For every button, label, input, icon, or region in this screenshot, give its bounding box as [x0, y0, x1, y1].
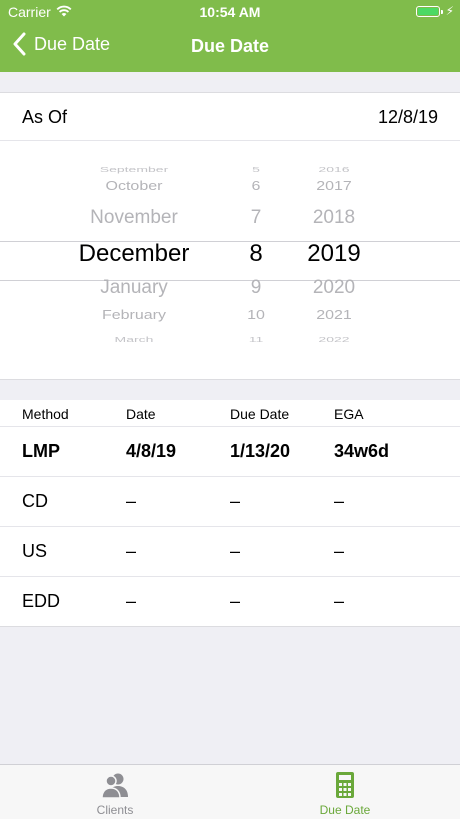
column-header-ega: EGA: [334, 406, 364, 422]
ega-cell: –: [334, 491, 345, 511]
navigation-bar: Carrier 10:54 AM ⚡ Due Date Due Date: [0, 0, 460, 72]
table-header: Method Date Due Date EGA: [0, 400, 460, 426]
tab-bar: Clients Due Date: [0, 764, 460, 819]
picker-month[interactable]: November: [58, 207, 210, 229]
method-cell: CD: [22, 491, 48, 511]
column-header-date: Date: [126, 406, 156, 422]
clock: 10:54 AM: [199, 4, 261, 20]
date-cell: –: [126, 541, 137, 561]
table-row: CD – – –: [0, 476, 460, 526]
tab-due-date[interactable]: Due Date: [230, 765, 460, 819]
picker-month-selected[interactable]: December: [58, 240, 210, 268]
as-of-value: 12/8/19: [377, 107, 438, 127]
table-row: EDD – – –: [0, 576, 460, 626]
due-date-cell: –: [230, 591, 241, 611]
picker-year[interactable]: 2017: [296, 180, 372, 194]
method-cell: US: [22, 541, 48, 561]
column-header-due-date: Due Date: [230, 406, 290, 422]
year-wheel[interactable]: 2016 2017 2018 2019 2020 2021 2022: [296, 145, 372, 381]
picker-day[interactable]: 6: [230, 180, 282, 194]
picker-year[interactable]: 2022: [296, 335, 372, 344]
tab-clients-label: Clients: [96, 803, 134, 817]
as-of-row[interactable]: As Of 12/8/19: [0, 93, 460, 141]
due-date-cell: 1/13/20: [230, 441, 291, 461]
table-row: US – – –: [0, 526, 460, 576]
picker-month[interactable]: September: [58, 165, 210, 174]
ega-cell: –: [334, 591, 345, 611]
battery-icon: [416, 6, 443, 17]
method-cell: EDD: [22, 591, 61, 611]
column-header-method: Method: [22, 406, 69, 422]
tab-clients[interactable]: Clients: [0, 765, 230, 819]
picker-year-selected[interactable]: 2019: [296, 240, 372, 268]
page-title: Due Date: [190, 36, 270, 56]
picker-month[interactable]: March: [58, 335, 210, 344]
picker-month[interactable]: October: [58, 180, 210, 194]
picker-day[interactable]: 10: [230, 309, 282, 323]
picker-year[interactable]: 2020: [296, 277, 372, 299]
due-date-cell: –: [230, 541, 241, 561]
date-picker[interactable]: September October November December Janu…: [0, 145, 460, 381]
picker-day[interactable]: 11: [230, 335, 282, 344]
due-date-cell: –: [230, 491, 241, 511]
ega-cell: –: [334, 541, 345, 561]
charging-icon: ⚡: [445, 4, 454, 18]
date-cell: –: [126, 491, 137, 511]
picker-day[interactable]: 5: [230, 165, 282, 174]
calculator-icon: [336, 772, 354, 798]
people-icon: [101, 773, 128, 799]
date-cell: 4/8/19: [126, 441, 177, 461]
picker-day[interactable]: 9: [230, 277, 282, 299]
picker-month[interactable]: February: [58, 309, 210, 323]
ega-cell: 34w6d: [334, 441, 390, 461]
due-date-table: Method Date Due Date EGA LMP 4/8/19 1/13…: [0, 400, 460, 627]
picker-year[interactable]: 2018: [296, 207, 372, 229]
status-bar: Carrier 10:54 AM ⚡: [0, 0, 460, 24]
as-of-panel: As Of 12/8/19 September October November…: [0, 92, 460, 380]
month-wheel[interactable]: September October November December Janu…: [58, 145, 210, 381]
picker-year[interactable]: 2021: [296, 309, 372, 323]
method-cell: LMP: [22, 441, 60, 461]
picker-day-selected[interactable]: 8: [230, 240, 282, 268]
date-cell: –: [126, 591, 137, 611]
tab-due-date-label: Due Date: [319, 803, 371, 817]
picker-day[interactable]: 7: [230, 207, 282, 229]
day-wheel[interactable]: 5 6 7 8 9 10 11: [230, 145, 282, 381]
picker-month[interactable]: January: [58, 277, 210, 299]
table-row: LMP 4/8/19 1/13/20 34w6d: [0, 426, 460, 476]
picker-year[interactable]: 2016: [296, 165, 372, 174]
as-of-label: As Of: [22, 107, 68, 127]
